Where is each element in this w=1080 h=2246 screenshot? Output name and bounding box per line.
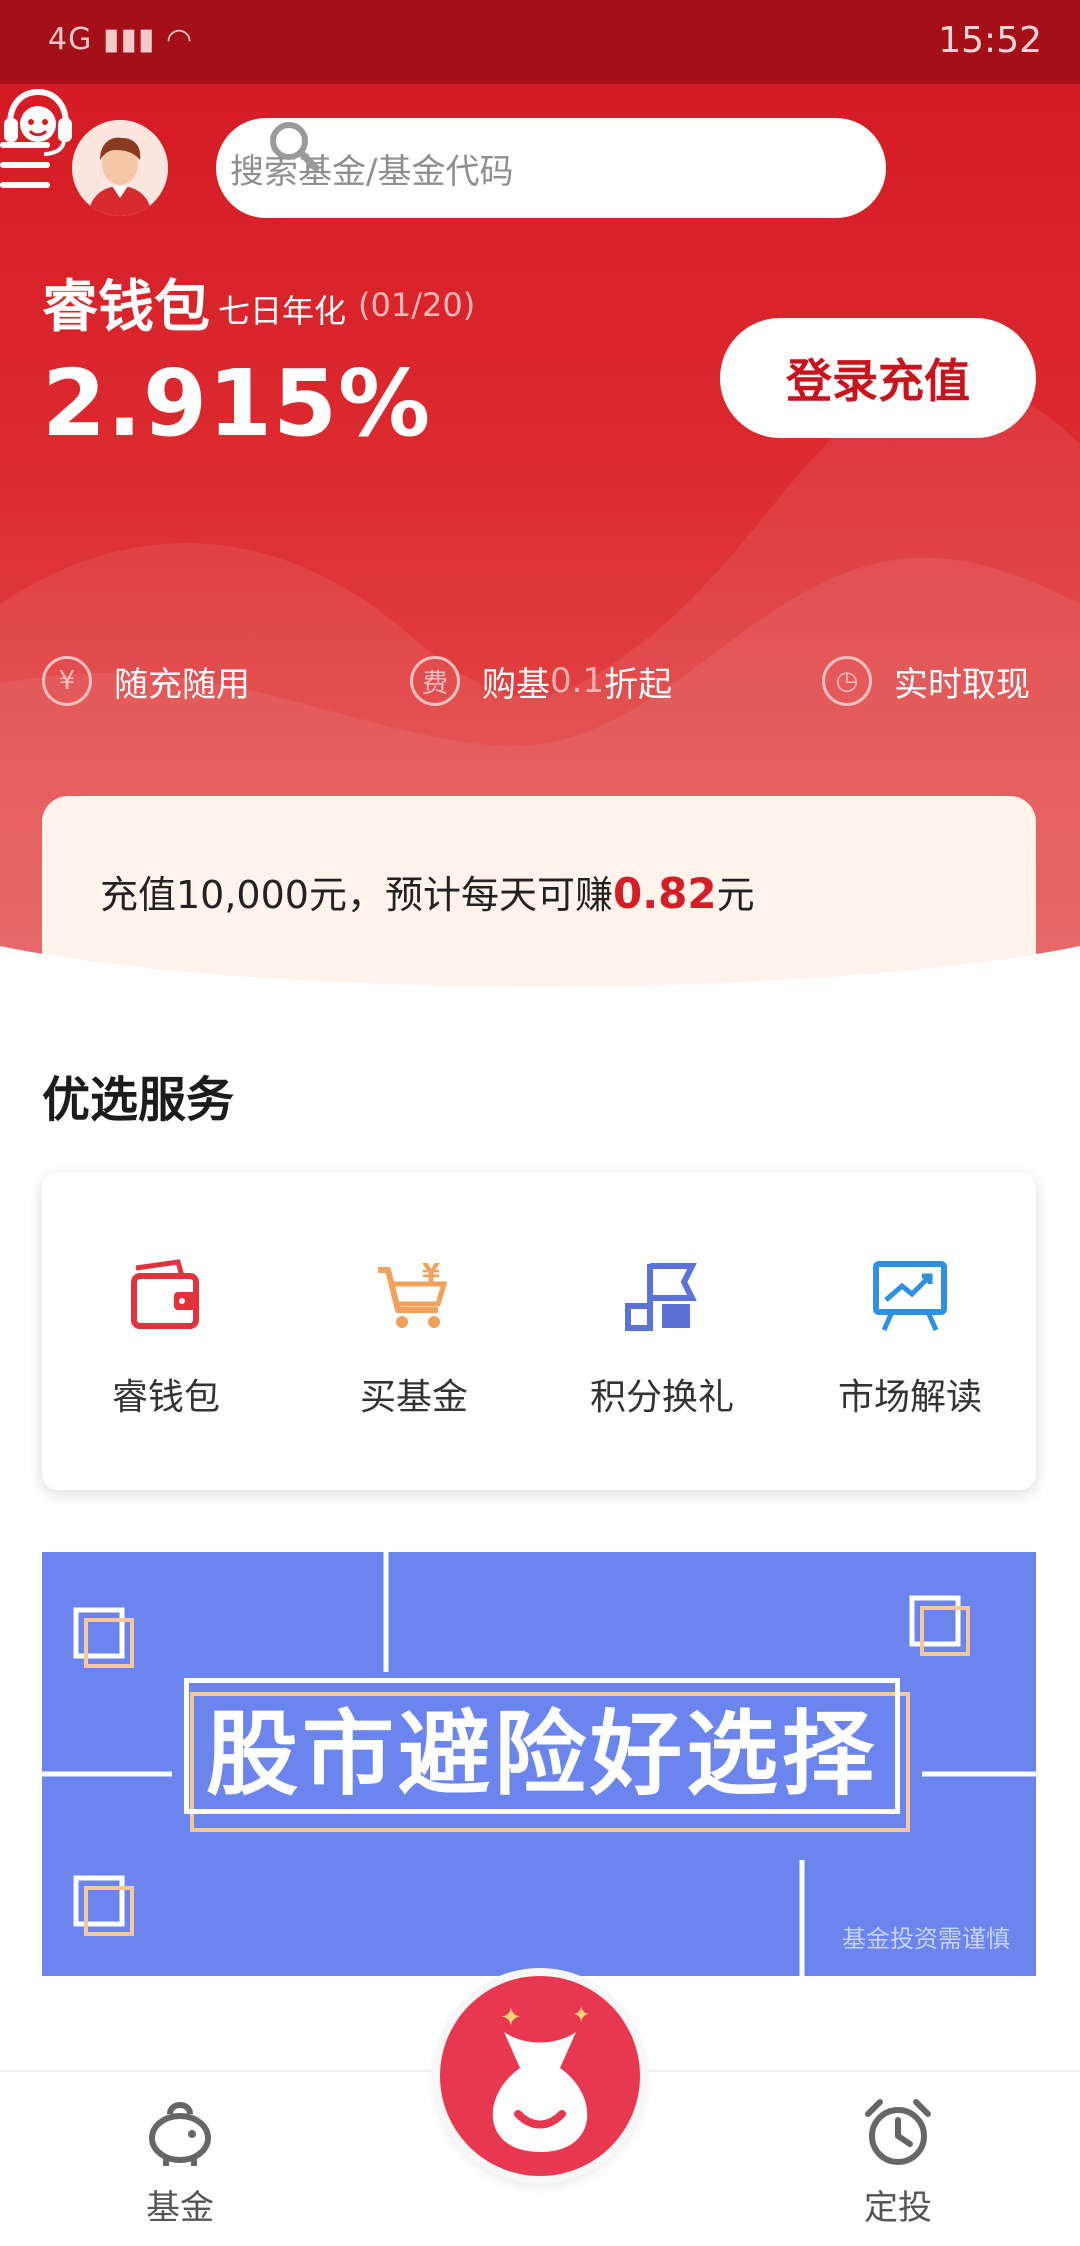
service-points-gift[interactable]: 积分换礼 (538, 1254, 786, 1420)
network-indicator: 4G ▮▮▮ ◠ (48, 22, 193, 57)
feature-item: ◷ 实时取现 (822, 656, 1030, 706)
tab-auto-invest[interactable]: 定投 (808, 2072, 988, 2229)
promo-banner[interactable]: 股市避险好选择 基金投资需谨慎 (42, 1552, 1036, 1976)
banner-title: 股市避险好选择 (184, 1678, 900, 1814)
svg-text:¥: ¥ (422, 1259, 440, 1289)
service-buy-fund[interactable]: ¥ 买基金 (290, 1254, 538, 1420)
login-recharge-button[interactable]: 登录充值 (720, 318, 1036, 438)
yield-date: (01/20) (358, 286, 476, 324)
service-label: 市场解读 (837, 1377, 982, 1418)
search-icon (270, 122, 320, 172)
flag-icon (625, 1263, 697, 1331)
feature-item: 费 购基 0.1 折起 (410, 656, 672, 706)
service-market-analysis[interactable]: 市场解读 (786, 1254, 1034, 1420)
service-label: 买基金 (359, 1377, 468, 1418)
svg-text:✦: ✦ (572, 2003, 590, 2028)
network-type: 4G (48, 22, 93, 57)
wifi-icon: ◠ (165, 22, 194, 57)
section-title: 优选服务 (42, 1072, 235, 1128)
promo-prefix: 充值10,000元，预计每天可赚 (100, 873, 613, 917)
cart-icon: ¥ (378, 1259, 448, 1328)
yield-label: 七日年化 (218, 292, 347, 330)
hero-bottom-curve (0, 946, 1080, 1050)
feature-label: 实时取现 (894, 664, 1030, 705)
search-bar[interactable]: 搜索基金/基金代码 (216, 118, 886, 218)
promo-text: 充值10,000元，预计每天可赚0.82元 (100, 864, 755, 919)
status-bar: 4G ▮▮▮ ◠ 15:52 (0, 0, 1080, 84)
service-label: 睿钱包 (111, 1377, 220, 1418)
yield-rate: 2.915% (42, 350, 432, 457)
signal-icon: ▮▮▮ (102, 22, 156, 57)
feature-label-suffix: 折起 (604, 664, 673, 705)
promo-suffix: 元 (716, 873, 755, 917)
svg-text:✦: ✦ (500, 2003, 522, 2033)
promo-amount: 0.82 (612, 869, 717, 918)
yen-circle-icon: ¥ (42, 656, 92, 706)
user-avatar-icon (72, 120, 168, 216)
clock-icon: ◷ (822, 656, 872, 706)
feature-discount: 0.1 (550, 661, 605, 701)
money-bag-icon: ✦ ✦ (492, 2003, 590, 2152)
feature-label: 随充随用 (114, 664, 250, 705)
avatar[interactable] (72, 120, 168, 216)
product-name: 睿钱包 (42, 275, 210, 340)
feature-label: 购基 (482, 664, 550, 705)
alarm-clock-icon (865, 2099, 931, 2165)
money-bag-center-button[interactable]: ✦ ✦ (440, 1976, 640, 2176)
tab-label: 基金 (146, 2188, 214, 2228)
status-time: 15:52 (938, 20, 1042, 61)
services-card: 睿钱包 ¥ 买基金 积分换礼 市场解读 (42, 1172, 1036, 1490)
tab-label: 定投 (864, 2188, 932, 2228)
customer-service-icon[interactable] (0, 84, 76, 160)
service-label: 积分换礼 (589, 1377, 734, 1418)
piggy-bank-icon (149, 2102, 211, 2166)
wallet-icon (131, 1259, 199, 1329)
tab-fund[interactable]: 基金 (90, 2072, 270, 2229)
service-wallet[interactable]: 睿钱包 (42, 1254, 290, 1420)
presentation-icon (873, 1261, 947, 1332)
banner-disclaimer: 基金投资需谨慎 (842, 1925, 1010, 1953)
fee-circle-icon: 费 (410, 656, 460, 706)
feature-item: ¥ 随充随用 (42, 656, 250, 706)
